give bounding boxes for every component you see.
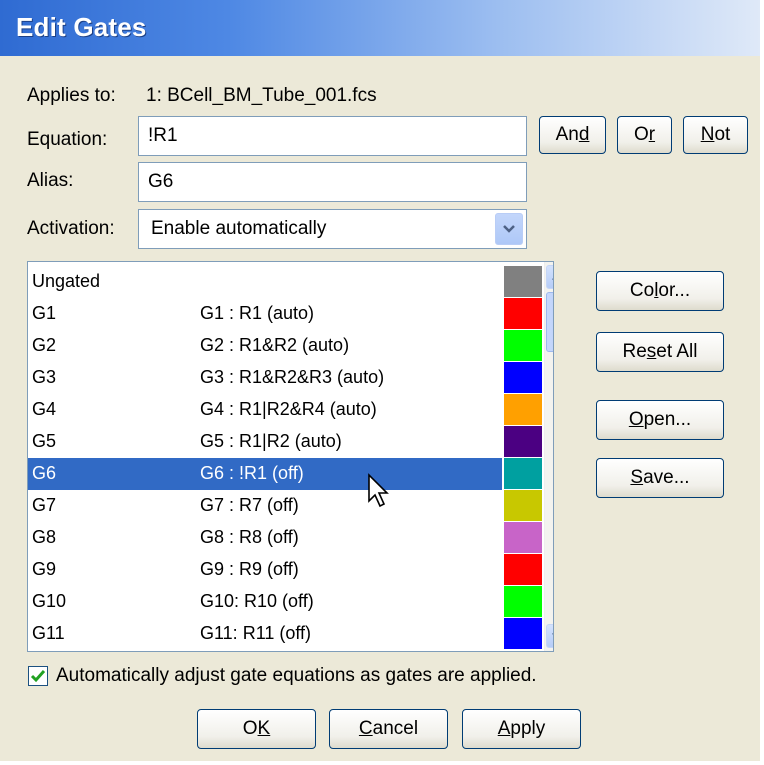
gate-color-swatch[interactable] <box>504 362 542 393</box>
chevron-down-icon[interactable] <box>495 213 523 245</box>
cancel-button[interactable]: Cancel <box>329 709 448 749</box>
gate-color-swatch[interactable] <box>504 426 542 457</box>
mouse-cursor-icon <box>368 473 389 508</box>
gate-row[interactable]: G11 G11: R11 (off) <box>28 618 502 650</box>
gate-equation: G5 : R1|R2 (auto) <box>200 431 342 451</box>
gate-list[interactable]: Ungated G1 G1 : R1 (auto) G2 G2 : R1&R2 (aut… <box>27 261 554 652</box>
gate-color-swatch[interactable] <box>504 586 542 617</box>
auto-adjust-label[interactable]: Automatically adjust gate equations as g… <box>56 665 537 687</box>
gate-equation: G3 : R1&R2&R3 (auto) <box>200 367 385 387</box>
gate-row[interactable]: G1 G1 : R1 (auto) <box>28 298 502 330</box>
gate-color-swatch[interactable] <box>504 298 542 329</box>
gate-row[interactable]: G8 G8 : R8 (off) <box>28 522 502 554</box>
and-button[interactable]: An d <box>539 116 606 154</box>
gate-name: G4 <box>32 399 57 419</box>
gate-color-swatch[interactable] <box>504 522 542 553</box>
gate-name: G6 <box>32 463 57 483</box>
gate-row[interactable]: G3 G3 : R1&R2&R3 (auto) <box>28 362 502 394</box>
equation-label: Equation: <box>27 129 108 150</box>
activation-selected-value: Enable automatically <box>151 218 327 239</box>
gate-row[interactable]: G10 G10: R10 (off) <box>28 586 502 618</box>
gate-equation: G11: R11 (off) <box>200 623 312 643</box>
window-title: Edit Gates <box>16 12 147 42</box>
gate-color-swatch[interactable] <box>504 554 542 585</box>
scroll-up-icon[interactable] <box>546 265 553 289</box>
vertical-scrollbar[interactable] <box>544 262 553 651</box>
gate-equation: G1 : R1 (auto) <box>200 303 315 323</box>
gate-name: G9 <box>32 559 57 579</box>
gate-row[interactable]: G6 G6 : !R1 (off) <box>28 458 502 490</box>
reset-all-button[interactable]: Re s et All <box>596 332 724 372</box>
gate-name: G5 <box>32 431 57 451</box>
gate-row[interactable]: G9 G9 : R9 (off) <box>28 554 502 586</box>
title-bar[interactable]: Edit Gates <box>0 0 760 56</box>
gate-color-swatch[interactable] <box>504 266 542 297</box>
gate-equation: G6 : !R1 (off) <box>200 463 304 483</box>
gate-color-swatch[interactable] <box>504 618 542 649</box>
gate-color-swatch[interactable] <box>504 394 542 425</box>
gate-row[interactable]: G7 G7 : R7 (off) <box>28 490 502 522</box>
scroll-thumb[interactable] <box>546 292 553 352</box>
activation-label: Activation: <box>27 218 115 239</box>
gate-row[interactable]: G4 G4 : R1|R2&R4 (auto) <box>28 394 502 426</box>
ok-button[interactable]: OK <box>197 709 316 749</box>
gate-color-swatch[interactable] <box>504 490 542 521</box>
open-button[interactable]: Open... <box>596 400 724 440</box>
gate-row[interactable]: G5 G5 : R1|R2 (auto) <box>28 426 502 458</box>
alias-input[interactable]: G6 <box>138 162 527 202</box>
gate-name: G11 <box>32 623 65 643</box>
gate-color-swatch[interactable] <box>504 330 542 361</box>
auto-adjust-checkbox[interactable] <box>28 666 48 686</box>
color-button[interactable]: Co l or... <box>596 271 724 311</box>
gate-equation: G8 : R8 (off) <box>200 527 299 547</box>
or-button[interactable]: Or <box>617 116 672 154</box>
activation-select[interactable]: Enable automatically <box>138 209 527 249</box>
gate-name: G2 <box>32 335 57 355</box>
alias-label: Alias: <box>27 170 74 191</box>
apply-button[interactable]: Apply <box>462 709 581 749</box>
gate-row[interactable]: G2 G2 : R1&R2 (auto) <box>28 330 502 362</box>
gate-name: G1 <box>32 303 57 323</box>
not-button[interactable]: Not <box>683 116 748 154</box>
gate-row[interactable]: Ungated <box>28 266 502 298</box>
gate-equation: G9 : R9 (off) <box>200 559 299 579</box>
applies-to-value: 1: BCell_BM_Tube_001.fcs <box>146 85 377 106</box>
gate-name: Ungated <box>32 271 101 291</box>
applies-to-label: Applies to: <box>27 85 116 106</box>
gate-equation: G2 : R1&R2 (auto) <box>200 335 350 355</box>
gate-equation: G4 : R1|R2&R4 (auto) <box>200 399 377 419</box>
gate-color-swatch[interactable] <box>504 458 542 489</box>
gate-equation: G10: R10 (off) <box>200 591 314 611</box>
scroll-down-icon[interactable] <box>546 624 553 648</box>
gate-name: G10 <box>32 591 67 611</box>
equation-input[interactable]: !R1 <box>138 116 527 156</box>
gate-name: G7 <box>32 495 57 515</box>
edit-gates-dialog: Edit Gates Applies to: 1: BCell_BM_Tube_… <box>0 0 760 761</box>
gate-equation: G7 : R7 (off) <box>200 495 299 515</box>
checkmark-icon <box>30 670 46 683</box>
gate-name: G8 <box>32 527 57 547</box>
gate-name: G3 <box>32 367 57 387</box>
save-button[interactable]: Save... <box>596 458 724 498</box>
